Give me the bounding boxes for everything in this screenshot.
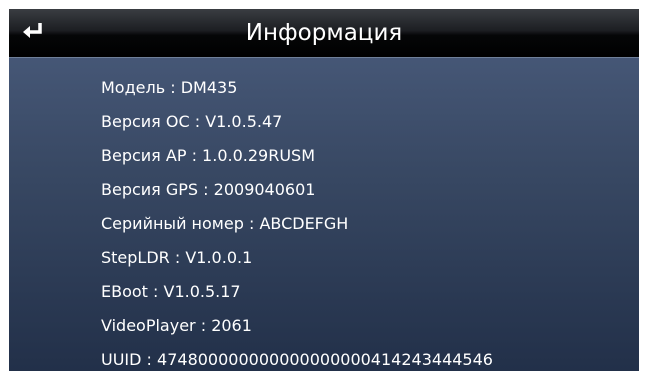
info-separator: : (198, 180, 214, 199)
info-row-os-version: Версия ОС : V1.0.5.47 (101, 105, 493, 139)
info-value: V1.0.0.1 (185, 248, 253, 267)
device-screen: Информация Модель : DM435 Версия ОС : V1… (9, 9, 639, 371)
info-value: ABCDEFGH (259, 214, 349, 233)
info-value: 1.0.0.29RUSM (202, 146, 315, 165)
info-row-model: Модель : DM435 (101, 71, 493, 105)
info-row-stepldr: StepLDR : V1.0.0.1 (101, 241, 493, 275)
info-separator: : (195, 316, 212, 335)
info-value: V1.0.5.17 (163, 282, 241, 301)
info-value: 2061 (211, 316, 252, 335)
info-value: DM435 (180, 78, 238, 97)
info-separator: : (189, 112, 206, 131)
info-row-uuid: UUID : 474800000000000000000414243444546 (101, 343, 493, 371)
info-row-videoplayer: VideoPlayer : 2061 (101, 309, 493, 343)
info-value: 2009040601 (213, 180, 316, 199)
info-label: VideoPlayer (101, 316, 196, 335)
device-info-list: Модель : DM435 Версия ОС : V1.0.5.47 Вер… (101, 71, 493, 371)
info-label: Модель (101, 78, 166, 97)
info-label: Серийный номер (101, 214, 244, 233)
info-row-gps-version: Версия GPS : 2009040601 (101, 173, 493, 207)
info-value: 474800000000000000000414243444546 (157, 350, 493, 369)
info-value: V1.0.5.47 (205, 112, 283, 131)
info-separator: : (186, 146, 203, 165)
info-label: StepLDR (101, 248, 170, 267)
info-separator: : (141, 350, 158, 369)
title-bar: Информация (9, 9, 639, 58)
info-label: UUID (101, 350, 142, 369)
page-title: Информация (245, 20, 403, 46)
info-row-ap-version: Версия AP : 1.0.0.29RUSM (101, 139, 493, 173)
info-label: EBoot (101, 282, 148, 301)
info-label: Версия AP (101, 146, 187, 165)
info-row-eboot: EBoot : V1.0.5.17 (101, 275, 493, 309)
info-label: Версия ОС (101, 112, 190, 131)
info-row-serial-number: Серийный номер : ABCDEFGH (101, 207, 493, 241)
info-label: Версия GPS (101, 180, 199, 199)
info-separator: : (169, 248, 186, 267)
info-separator: : (243, 214, 260, 233)
info-separator: : (165, 78, 181, 97)
info-separator: : (147, 282, 164, 301)
back-button[interactable] (9, 9, 61, 57)
